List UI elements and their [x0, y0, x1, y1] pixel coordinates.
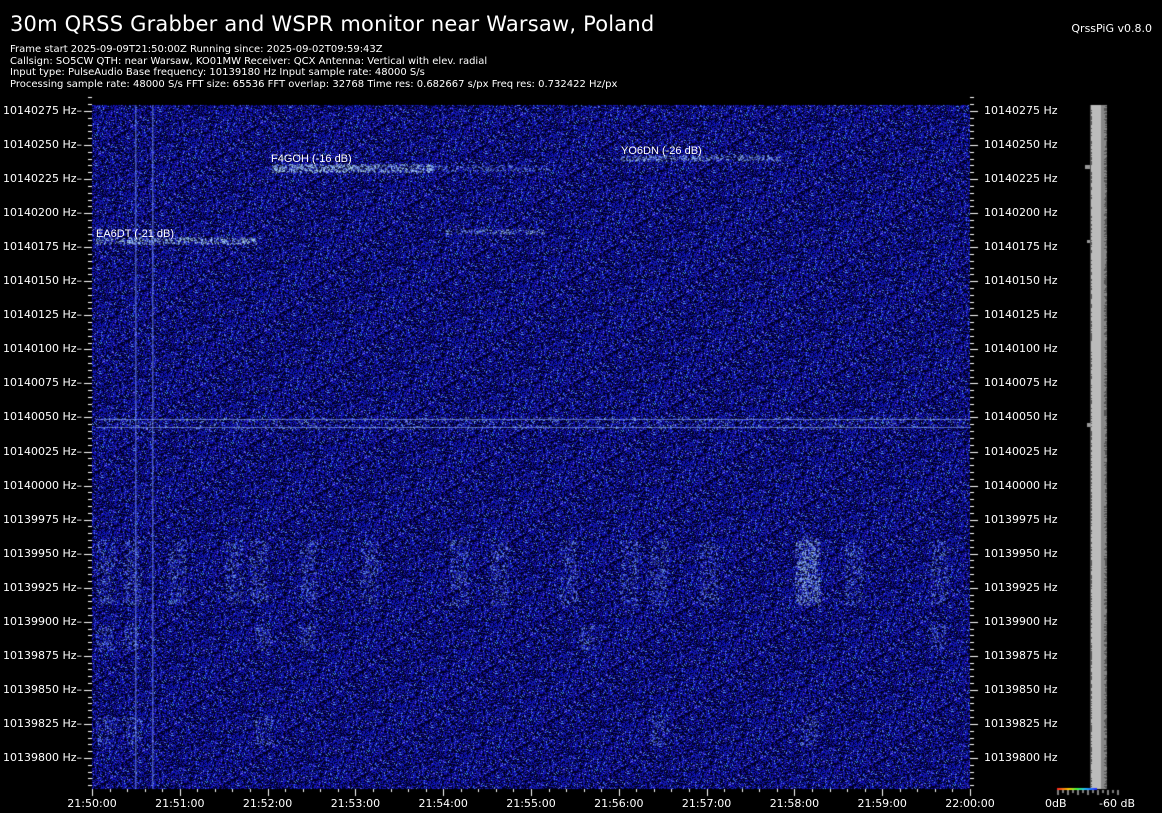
freq-label-left: 10139825 Hz–: [2, 716, 82, 730]
info-line-input: Input type: PulseAudio Base frequency: 1…: [10, 67, 425, 78]
scale-label-min: 0dB: [1045, 797, 1067, 810]
freq-label-right: 10140250 Hz: [984, 138, 1058, 152]
spot-label-yo6dn: YO6DN (-26 dB): [621, 145, 702, 157]
time-label: 21:55:00: [506, 797, 556, 810]
time-label: 21:52:00: [242, 797, 293, 810]
spot-label-f4goh: F4GOH (-16 dB): [271, 153, 352, 165]
time-label: 21:54:00: [418, 797, 468, 810]
freq-label-right: 10140000 Hz: [984, 478, 1058, 492]
freq-label-right: 10140075 Hz: [984, 376, 1058, 390]
freq-label-left: 10139800 Hz–: [2, 750, 82, 764]
spot-label-ea6dt: EA6DT (-21 dB): [96, 228, 175, 240]
freq-label-left: 10139900 Hz–: [2, 614, 82, 628]
freq-label-left: 10139925 Hz–: [2, 580, 82, 594]
freq-label-left: 10140100 Hz–: [2, 342, 82, 356]
page-title: 30m QRSS Grabber and WSPR monitor near W…: [10, 12, 655, 36]
freq-label-left: 10140250 Hz–: [2, 138, 82, 152]
freq-label-left: 10140000 Hz–: [2, 478, 82, 492]
info-line-processing: Processing sample rate: 48000 S/s FFT si…: [10, 78, 618, 90]
time-label: 21:58:00: [769, 797, 820, 810]
freq-label-right: 10139800 Hz: [984, 750, 1058, 764]
freq-label-right: 10140150 Hz: [984, 274, 1058, 288]
freq-label-left: 10139875 Hz–: [2, 648, 82, 662]
time-label: 21:57:00: [681, 797, 732, 810]
freq-label-right: 10139825 Hz: [984, 716, 1058, 730]
freq-label-right: 10139900 Hz: [984, 614, 1058, 628]
time-label: 21:51:00: [155, 797, 205, 810]
freq-label-left: 10140175 Hz–: [2, 240, 82, 254]
freq-label-right: 10140125 Hz: [984, 308, 1058, 322]
freq-label-left: 10140150 Hz–: [2, 274, 82, 288]
freq-label-right: 10140050 Hz: [984, 410, 1058, 424]
freq-label-right: 10139975 Hz: [984, 512, 1058, 526]
freq-label-left: 10139950 Hz–: [2, 546, 82, 560]
scale-label-max: -60 dB: [1099, 797, 1135, 810]
freq-label-right: 10140025 Hz: [984, 444, 1058, 458]
app-version: QrssPiG v0.8.0: [1071, 22, 1152, 35]
freq-label-right: 10139950 Hz: [984, 546, 1058, 560]
freq-label-left: 10140200 Hz–: [2, 206, 82, 220]
time-label: 21:56:00: [594, 797, 644, 810]
freq-label-right: 10140175 Hz: [984, 240, 1058, 254]
freq-label-right: 10140225 Hz: [984, 172, 1058, 186]
freq-label-left: 10139850 Hz–: [2, 682, 82, 696]
time-label: 21:50:00: [67, 797, 117, 810]
freq-label-right: 10140200 Hz: [984, 206, 1058, 220]
info-line-frame: Frame start 2025-09-09T21:50:00Z Running…: [10, 44, 383, 55]
freq-label-left: 10140075 Hz–: [2, 376, 82, 390]
freq-label-right: 10140100 Hz: [984, 342, 1058, 356]
freq-label-right: 10139875 Hz: [984, 648, 1058, 662]
freq-label-left: 10140050 Hz–: [2, 410, 82, 424]
freq-label-left: 10140125 Hz–: [2, 308, 82, 322]
info-line-station: Callsign: SO5CW QTH: near Warsaw, KO01MW…: [10, 55, 488, 67]
freq-label-left: 10139975 Hz–: [2, 512, 82, 526]
freq-label-left: 10140025 Hz–: [2, 444, 82, 458]
freq-label-right: 10140275 Hz: [984, 104, 1058, 117]
freq-label-left: 10140225 Hz–: [2, 172, 82, 186]
time-label: 21:53:00: [330, 797, 381, 810]
freq-label-left: 10140275 Hz–: [2, 104, 82, 117]
time-label: 22:00:00: [945, 797, 995, 810]
time-label: 21:59:00: [857, 797, 907, 810]
freq-label-right: 10139925 Hz: [984, 580, 1058, 594]
freq-label-right: 10139850 Hz: [984, 682, 1058, 696]
info-block: Frame start 2025-09-09T21:50:00Z Running…: [10, 44, 617, 90]
